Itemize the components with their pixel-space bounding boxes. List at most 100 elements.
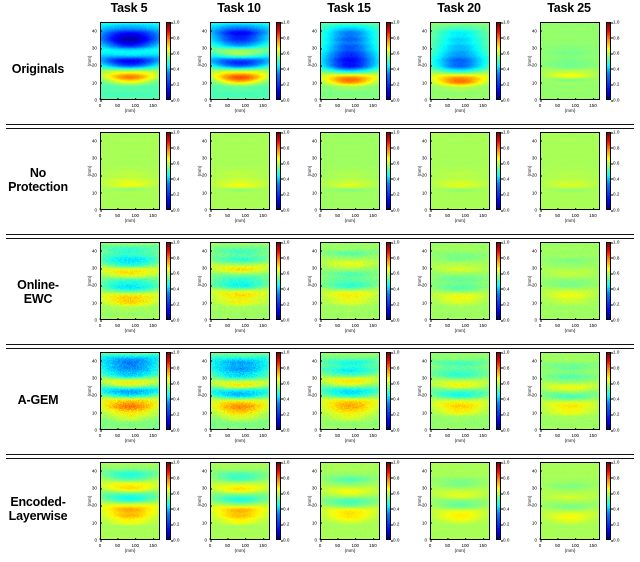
heatmap-image (211, 463, 269, 539)
x-axis-label: (mm) (344, 328, 356, 333)
y-tick-label: 40 (92, 138, 103, 143)
x-axis-label: (mm) (564, 548, 576, 553)
colorbar-gradient (386, 352, 391, 430)
axes-area: 0 10 20 30 40 0 50 100 150 (mm) (mm) (197, 352, 270, 443)
y-tick-label: 30 (312, 486, 323, 491)
y-tick-label: 40 (422, 358, 433, 363)
y-tick-label: 40 (422, 28, 433, 33)
x-tick-label: 100 (461, 97, 469, 108)
colorbar-tick-label: 0.6 (170, 270, 180, 276)
x-tick-label: 0 (429, 317, 431, 328)
plot-frame (540, 242, 600, 320)
x-tick-label: 0 (99, 427, 101, 438)
colorbar-tick-label: 0.6 (390, 380, 400, 386)
y-axis-label: (mm) (306, 275, 312, 287)
colorbar: 0.0 0.2 0.4 0.6 0.8 1.0 (606, 129, 628, 213)
x-tick-label: 0 (539, 207, 541, 218)
colorbar-tick-label: 0.8 (500, 145, 510, 151)
colorbar-tick-label: 0.2 (610, 191, 620, 197)
colorbar-tick-label: 0.6 (170, 50, 180, 56)
x-tick-label: 0 (319, 537, 321, 548)
colorbar-tick-label: 0.4 (390, 176, 400, 182)
y-tick-label: 20 (92, 503, 103, 508)
colorbar-tick-label: 0.4 (280, 396, 290, 402)
colorbar-tick-label: 1.0 (170, 129, 180, 135)
x-tick-label: 100 (461, 537, 469, 548)
y-tick-label: 10 (532, 80, 543, 85)
colorbar-tick-label: 1.0 (280, 349, 290, 355)
x-axis-label: (mm) (454, 218, 466, 223)
x-tick-label: 150 (149, 427, 157, 438)
x-tick-label: 0 (319, 207, 321, 218)
y-tick-label: 40 (532, 468, 543, 473)
colorbar-tick-label: 0.4 (280, 66, 290, 72)
colorbar-tick-label: 0.8 (170, 145, 180, 151)
x-tick-label: 100 (131, 537, 139, 548)
heatmap-image (431, 243, 489, 319)
colorbar-tick-label: 0.6 (280, 50, 290, 56)
y-tick-label: 40 (532, 358, 543, 363)
colorbar-tick-label: 0.4 (170, 396, 180, 402)
y-tick-label: 30 (312, 376, 323, 381)
y-tick-label: 40 (532, 138, 543, 143)
y-tick-label: 30 (92, 376, 103, 381)
heatmap-image (431, 133, 489, 209)
y-axis-label: (mm) (86, 385, 92, 397)
y-tick-label: 40 (312, 358, 323, 363)
x-tick-label: 0 (539, 97, 541, 108)
x-tick-label: 100 (241, 97, 249, 108)
colorbar-tick-label: 1.0 (500, 129, 510, 135)
y-axis-label: (mm) (196, 495, 202, 507)
colorbar-tick-label: 0.0 (280, 537, 290, 543)
y-tick-label: 30 (532, 486, 543, 491)
colorbar-tick-label: 1.0 (170, 239, 180, 245)
colorbar-tick-label: 0.6 (500, 380, 510, 386)
y-tick-label: 30 (532, 266, 543, 271)
colorbar-tick-label: 0.2 (500, 81, 510, 87)
heatmap-panel-r0-c4: 0 10 20 30 40 0 50 100 150 (mm) (mm) 0.0 0.2 0.4 0.6 0.… (518, 18, 630, 122)
x-tick-label: 100 (571, 427, 579, 438)
x-tick-label: 0 (539, 317, 541, 328)
y-tick-label: 30 (92, 46, 103, 51)
heatmap-panel-r4-c4: 0 10 20 30 40 0 50 100 150 (mm) (mm) 0.0 0.2 0.4 0.6 0.… (518, 458, 630, 562)
x-tick-label: 50 (555, 427, 560, 438)
y-tick-label: 30 (532, 376, 543, 381)
colorbar-tick-label: 1.0 (610, 129, 620, 135)
x-axis-label: (mm) (344, 438, 356, 443)
colorbar-gradient (606, 462, 611, 540)
y-tick-label: 40 (92, 358, 103, 363)
y-tick-label: 30 (532, 46, 543, 51)
y-tick-label: 30 (422, 46, 433, 51)
axes-area: 0 10 20 30 40 0 50 100 150 (mm) (mm) (527, 242, 600, 333)
colorbar: 0.0 0.2 0.4 0.6 0.8 1.0 (166, 239, 188, 323)
colorbar: 0.0 0.2 0.4 0.6 0.8 1.0 (276, 240, 298, 323)
x-tick-label: 100 (131, 427, 139, 438)
colorbar-gradient (276, 242, 281, 320)
axes-area: 0 10 20 30 40 0 50 100 150 (mm) (mm) (307, 22, 380, 113)
colorbar-tick-label: 1.0 (500, 349, 510, 355)
y-tick-label: 10 (422, 520, 433, 525)
heatmap-image (321, 353, 379, 429)
colorbar-tick-label: 1.0 (390, 239, 400, 245)
colorbar-tick-label: 0.6 (390, 490, 400, 496)
heatmap-image (101, 463, 159, 539)
x-tick-label: 50 (555, 537, 560, 548)
x-tick-label: 100 (241, 317, 249, 328)
colorbar-gradient (166, 352, 171, 430)
plot-frame (100, 22, 160, 100)
y-tick-label: 30 (312, 156, 323, 161)
heatmap-image (431, 23, 489, 99)
x-axis-label: (mm) (564, 328, 576, 333)
heatmap-image (321, 463, 379, 539)
y-tick-label: 20 (422, 173, 433, 178)
colorbar-gradient (606, 22, 611, 100)
x-tick-label: 0 (429, 97, 431, 108)
heatmap-image (321, 243, 379, 319)
colorbar: 0.0 0.2 0.4 0.6 0.8 1.0 (606, 350, 628, 433)
colorbar-tick-label: 0.2 (170, 521, 180, 527)
colorbar-tick-label: 0.8 (170, 255, 180, 261)
colorbar-tick-label: 0.0 (500, 537, 510, 543)
colorbar: 0.0 0.2 0.4 0.6 0.8 1.0 (386, 130, 408, 213)
x-tick-label: 50 (445, 317, 450, 328)
colorbar-gradient (496, 22, 501, 100)
